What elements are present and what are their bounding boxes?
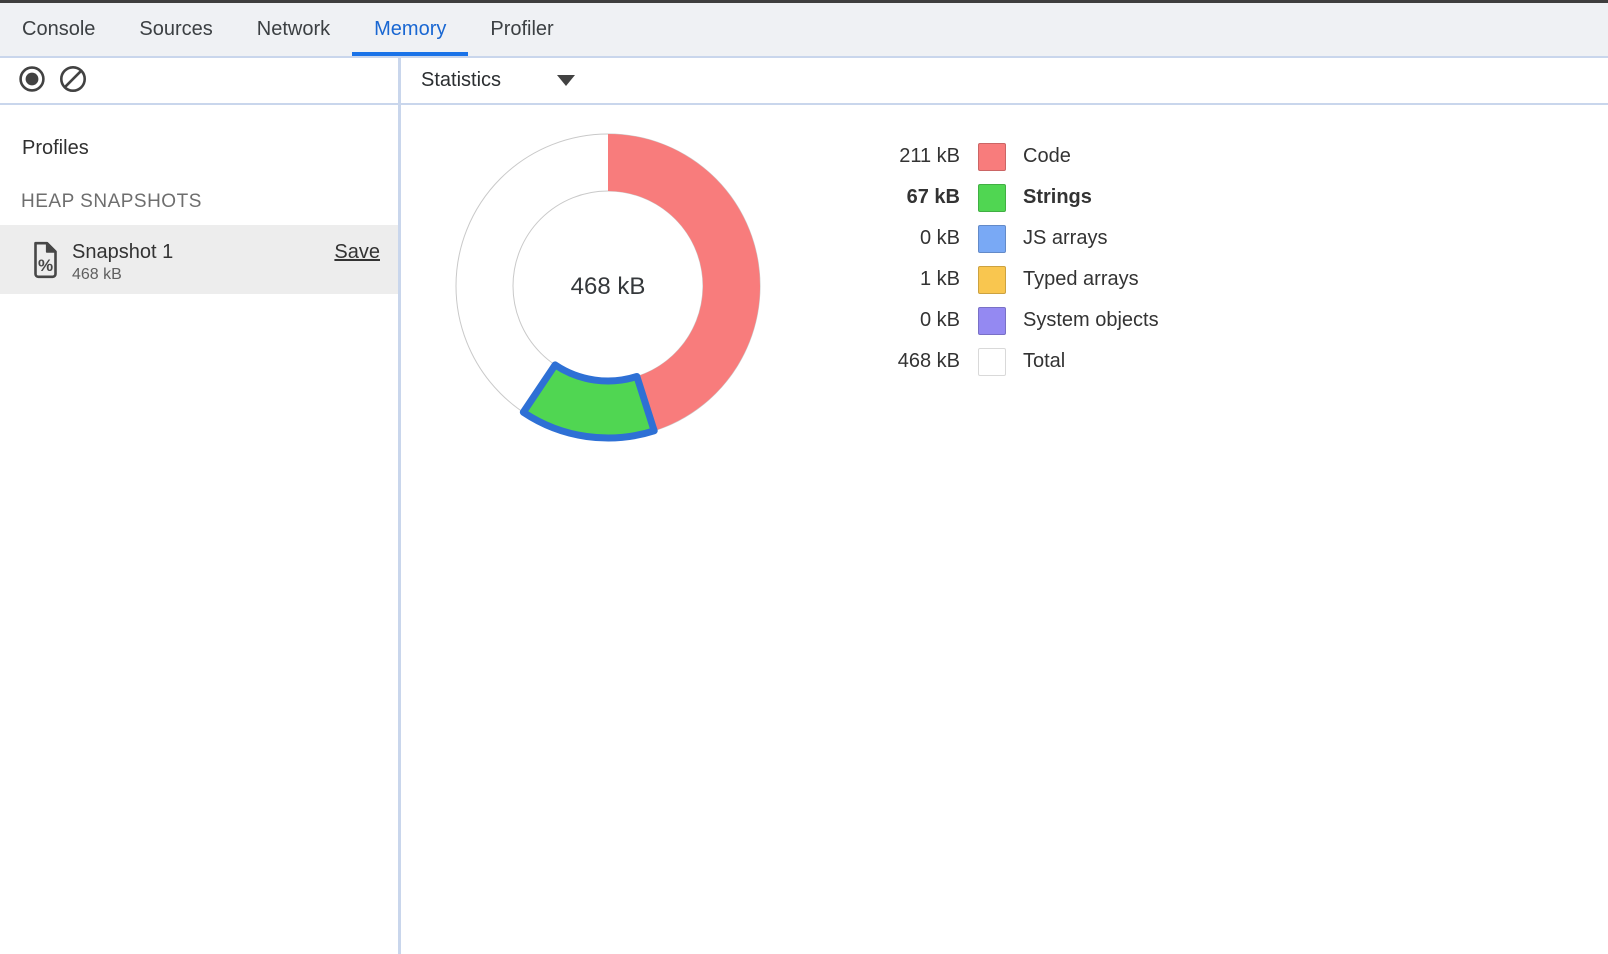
perspective-selector-value: Statistics (421, 69, 501, 92)
legend-label: Code (1023, 145, 1071, 168)
record-heap-snapshot-button[interactable] (16, 65, 48, 97)
heap-snapshot-icon: % (30, 241, 60, 284)
legend-row-strings[interactable]: 67 kB Strings (800, 177, 1159, 218)
legend-swatch (978, 348, 1006, 376)
profiles-sidebar: Profiles HEAP SNAPSHOTS % Snapshot 1 468… (0, 105, 398, 954)
legend-size: 67 kB (800, 186, 960, 209)
legend-label: Strings (1023, 186, 1092, 209)
legend-swatch (978, 184, 1006, 212)
statistics-view: 468 kB 211 kB Code 67 kB Strings 0 kB JS… (401, 105, 1608, 954)
legend-label: JS arrays (1023, 227, 1107, 250)
legend-row-total[interactable]: 468 kB Total (800, 341, 1159, 382)
legend-size: 0 kB (800, 309, 960, 332)
sidebar-item-snapshot-1[interactable]: % Snapshot 1 468 kB Save (0, 225, 398, 294)
snapshot-title: Snapshot 1 (72, 240, 173, 264)
heap-snapshots-heading: HEAP SNAPSHOTS (21, 191, 202, 213)
legend-label: Typed arrays (1023, 268, 1139, 291)
tab-console[interactable]: Console (0, 3, 117, 56)
profiles-heading: Profiles (22, 137, 89, 160)
legend-row-js-arrays[interactable]: 0 kB JS arrays (800, 218, 1159, 259)
chart-center-label: 468 kB (571, 273, 646, 300)
chart-legend: 211 kB Code 67 kB Strings 0 kB JS arrays… (800, 136, 1159, 382)
legend-row-typed-arrays[interactable]: 1 kB Typed arrays (800, 259, 1159, 300)
record-icon (17, 64, 47, 97)
legend-size: 211 kB (800, 145, 960, 168)
slice-strings[interactable] (523, 365, 654, 438)
toolbar-left (0, 58, 398, 103)
save-snapshot-link[interactable]: Save (334, 241, 380, 264)
legend-size: 0 kB (800, 227, 960, 250)
donut-chart[interactable]: 468 kB (448, 126, 768, 446)
tab-sources[interactable]: Sources (117, 3, 234, 56)
legend-swatch (978, 307, 1006, 335)
legend-size: 1 kB (800, 268, 960, 291)
legend-label: System objects (1023, 309, 1159, 332)
devtools-tabbar: Console Sources Network Memory Profiler (0, 3, 1608, 58)
legend-swatch (978, 225, 1006, 253)
tab-network[interactable]: Network (235, 3, 352, 56)
clear-icon (58, 64, 88, 97)
legend-row-system-objects[interactable]: 0 kB System objects (800, 300, 1159, 341)
legend-swatch (978, 266, 1006, 294)
legend-row-code[interactable]: 211 kB Code (800, 136, 1159, 177)
memory-toolbar: Statistics (0, 58, 1608, 105)
legend-swatch (978, 143, 1006, 171)
legend-size: 468 kB (800, 350, 960, 373)
clear-profiles-button[interactable] (57, 65, 89, 97)
chevron-down-icon (557, 75, 575, 86)
snapshot-size: 468 kB (72, 266, 122, 284)
svg-text:%: % (38, 256, 53, 275)
perspective-selector[interactable]: Statistics (401, 58, 575, 103)
tab-profiler[interactable]: Profiler (468, 3, 575, 56)
legend-label: Total (1023, 350, 1065, 373)
tab-memory[interactable]: Memory (352, 3, 468, 56)
